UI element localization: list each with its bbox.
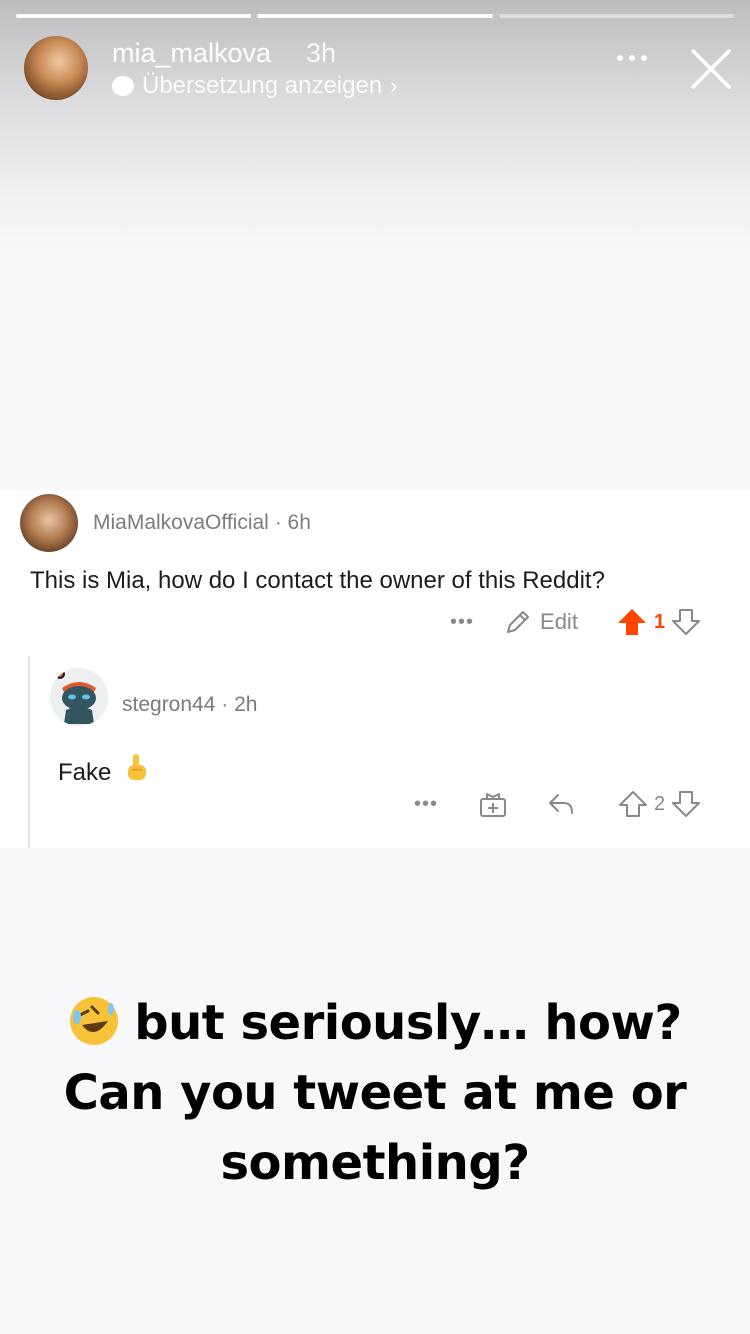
speech-bubble-icon xyxy=(112,76,134,96)
story-progress-bar xyxy=(16,14,734,18)
edit-button[interactable]: Edit xyxy=(540,609,578,635)
reddit-screenshot-card: MiaMalkovaOfficial · 6h This is Mia, how… xyxy=(0,490,750,848)
reply-text-row: Fake xyxy=(58,752,150,787)
pencil-icon xyxy=(507,611,530,633)
story-caption: but seriously… how? Can you tweet at me … xyxy=(40,988,710,1198)
story-username[interactable]: mia_malkova xyxy=(112,38,271,69)
story-avatar[interactable] xyxy=(24,36,88,100)
caption-line-1: but seriously… how? xyxy=(134,995,682,1051)
progress-segment xyxy=(498,14,734,18)
reply-text: Fake xyxy=(58,759,112,786)
gift-icon[interactable] xyxy=(478,789,508,819)
caption-line-1-row: but seriously… how? xyxy=(40,988,710,1058)
post-author: MiaMalkovaOfficial xyxy=(93,511,269,534)
post-author-avatar xyxy=(20,494,78,552)
reply-actions: ••• 2 xyxy=(414,786,701,822)
progress-segment xyxy=(257,14,493,18)
pointing-up-hand-icon xyxy=(128,754,147,780)
reply-more-button[interactable]: ••• xyxy=(414,793,438,816)
post-vote-count: 1 xyxy=(653,610,666,633)
caption-line-3: something? xyxy=(220,1135,530,1191)
post-text: This is Mia, how do I contact the owner … xyxy=(30,567,605,594)
chevron-right-icon: › xyxy=(390,73,398,98)
reply-vote-count: 2 xyxy=(654,792,666,815)
reply-icon[interactable] xyxy=(546,789,576,819)
translate-label: Übersetzung anzeigen xyxy=(142,72,383,99)
upvote-icon[interactable] xyxy=(616,607,648,637)
rofl-emoji-icon xyxy=(70,997,119,1045)
reply-age: 2h xyxy=(234,693,258,716)
more-options-icon[interactable] xyxy=(614,48,650,68)
thread-line xyxy=(28,656,30,848)
downvote-icon[interactable] xyxy=(671,607,701,637)
reply-author: stegron44 xyxy=(122,693,216,716)
post-actions: ••• Edit 1 xyxy=(450,604,701,640)
translate-link[interactable]: Übersetzung anzeigen › xyxy=(112,72,398,100)
caption-line-2: Can you tweet at me or xyxy=(63,1065,687,1121)
post-more-button[interactable]: ••• xyxy=(450,611,474,634)
story-header: mia_malkova 3h Übersetzung anzeigen › xyxy=(24,36,734,106)
reply-author-avatar xyxy=(50,668,108,726)
post-meta: MiaMalkovaOfficial · 6h xyxy=(93,511,311,535)
story-time: 3h xyxy=(306,38,337,68)
progress-segment xyxy=(16,14,252,18)
post-meta-separator: · xyxy=(274,511,282,534)
reply-meta: stegron44 · 2h xyxy=(122,693,257,717)
upvote-icon[interactable] xyxy=(618,789,648,819)
post-age: 6h xyxy=(287,511,311,534)
downvote-icon[interactable] xyxy=(671,789,701,819)
reply-meta-separator: · xyxy=(221,693,229,716)
close-icon[interactable] xyxy=(690,48,732,90)
